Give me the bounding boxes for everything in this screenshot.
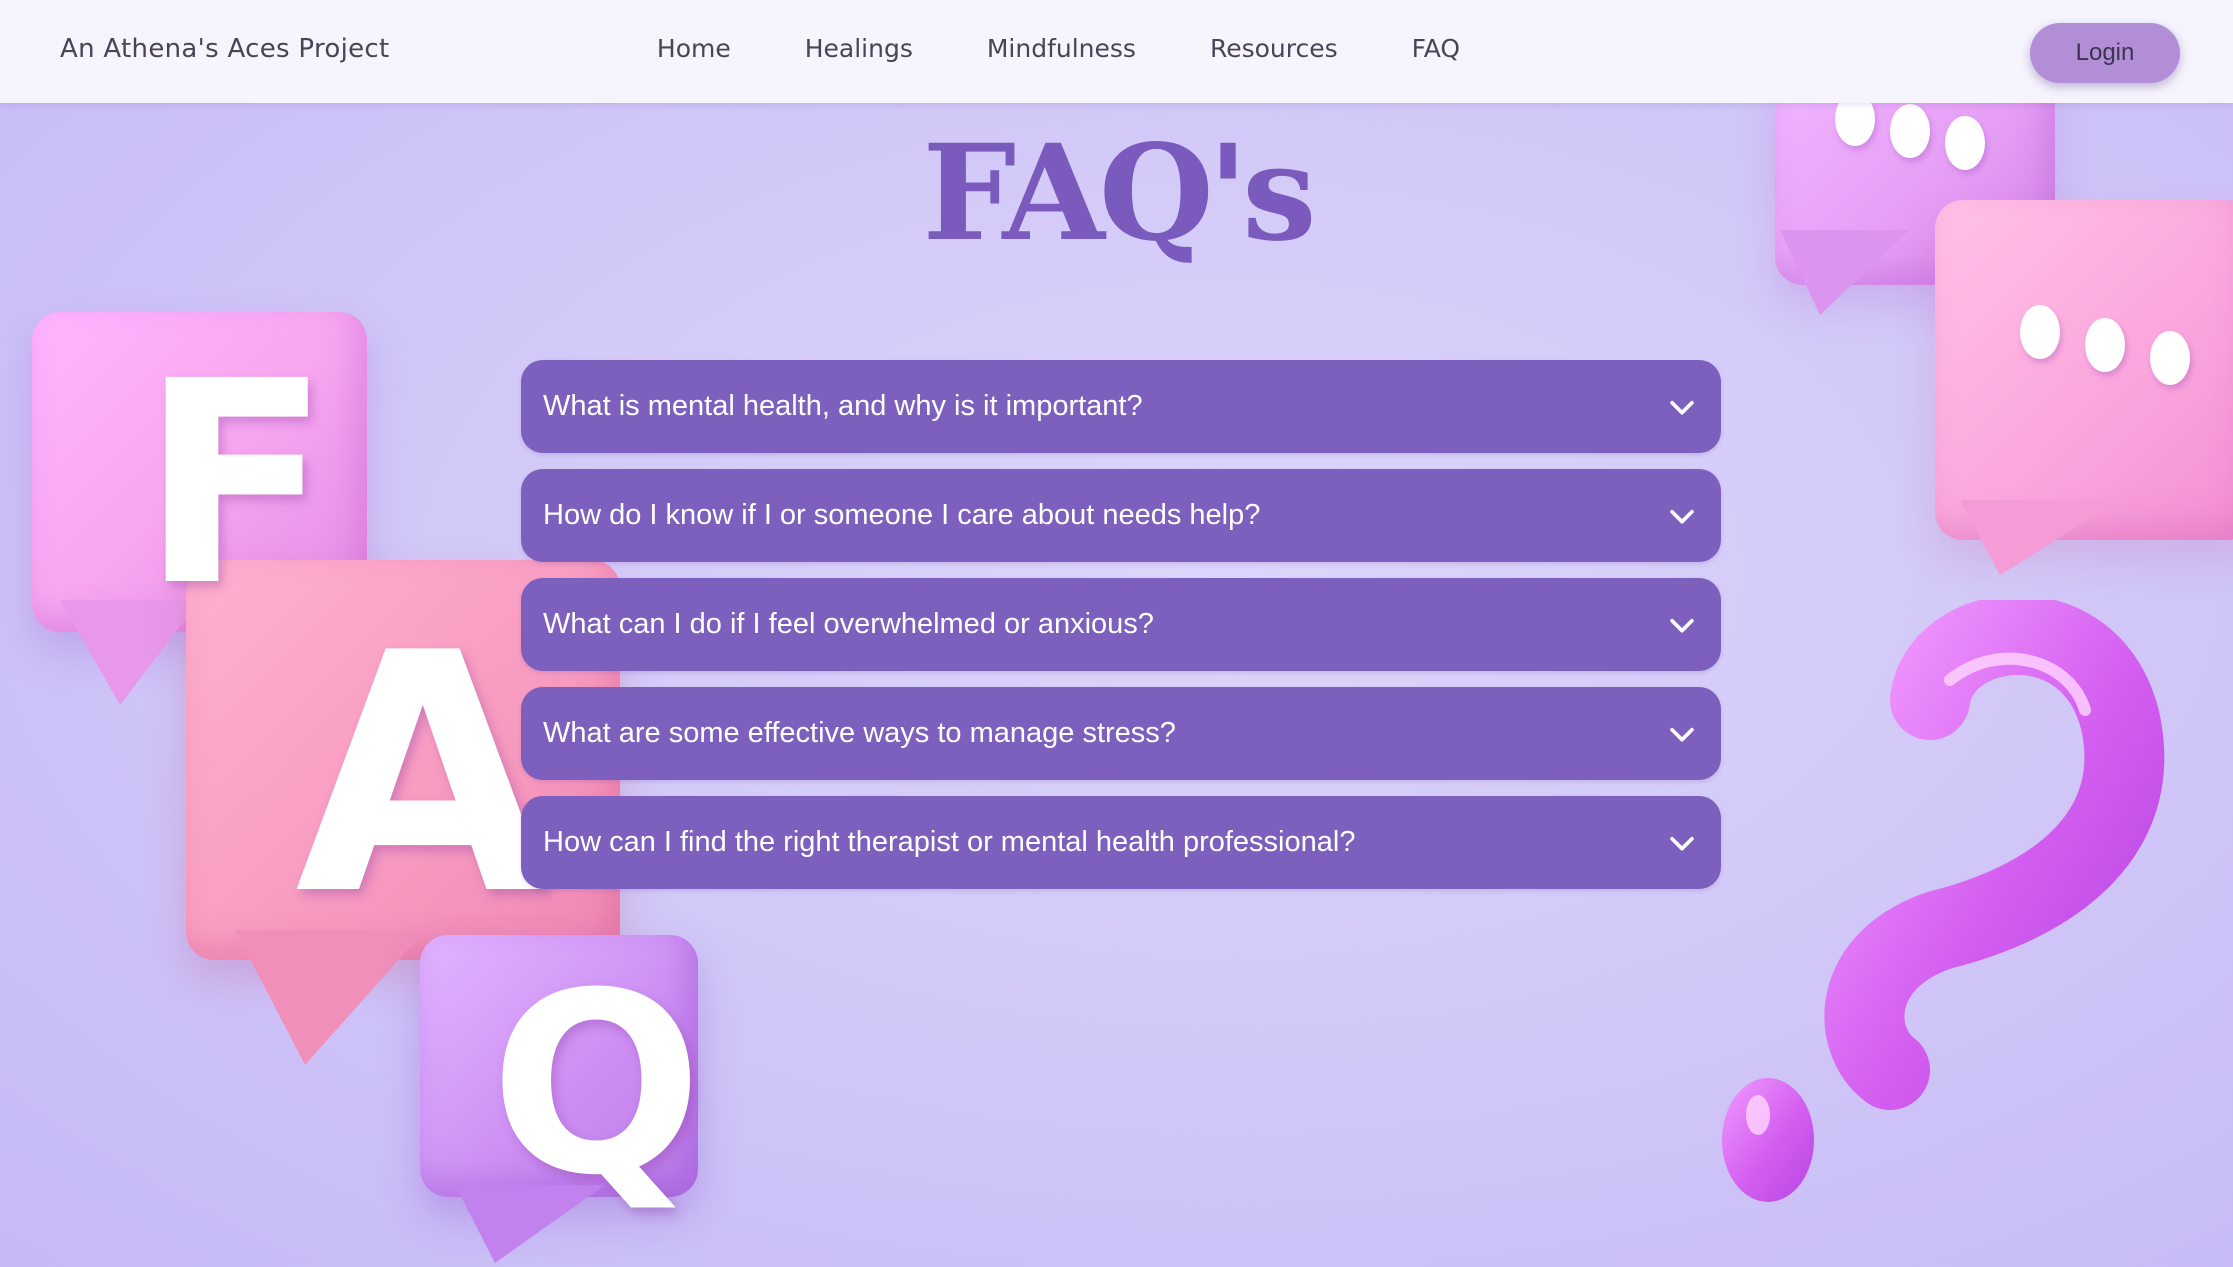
nav-faq[interactable]: FAQ xyxy=(1412,34,1460,63)
nav-mindfulness[interactable]: Mindfulness xyxy=(987,34,1136,63)
faq-question: How can I find the right therapist or me… xyxy=(543,826,1356,858)
brand-text[interactable]: An Athena's Aces Project xyxy=(60,34,389,64)
faq-item[interactable]: How do I know if I or someone I care abo… xyxy=(521,469,1721,562)
letter-a: A xyxy=(295,583,551,967)
dot-icon xyxy=(2150,331,2190,385)
question-mark-icon xyxy=(1722,600,2165,1202)
faq-item[interactable]: What can I do if I feel overwhelmed or a… xyxy=(521,578,1721,671)
login-button[interactable]: Login xyxy=(2030,23,2180,83)
letter-q: Q xyxy=(490,939,703,1230)
faq-question: How do I know if I or someone I care abo… xyxy=(543,499,1261,531)
faq-item[interactable]: How can I find the right therapist or me… xyxy=(521,796,1721,889)
faq-question: What is mental health, and why is it imp… xyxy=(543,390,1143,422)
faq-item[interactable]: What is mental health, and why is it imp… xyxy=(521,360,1721,453)
faq-question: What are some effective ways to manage s… xyxy=(543,717,1176,749)
nav-resources[interactable]: Resources xyxy=(1210,34,1338,63)
nav-healings[interactable]: Healings xyxy=(805,34,913,63)
faq-item[interactable]: What are some effective ways to manage s… xyxy=(521,687,1721,780)
chevron-down-icon[interactable] xyxy=(1665,717,1699,751)
page-title: FAQ's xyxy=(922,116,1316,271)
chevron-down-icon[interactable] xyxy=(1665,608,1699,642)
dot-icon xyxy=(2085,318,2125,372)
bubble-tail-icon xyxy=(1960,500,2120,575)
faq-question: What can I do if I feel overwhelmed or a… xyxy=(543,608,1154,640)
chevron-down-icon[interactable] xyxy=(1665,826,1699,860)
faq-accordion: What is mental health, and why is it imp… xyxy=(521,360,1721,905)
dot-icon xyxy=(2020,305,2060,359)
top-navbar: An Athena's Aces Project Home Healings M… xyxy=(0,0,2233,103)
nav-home[interactable]: Home xyxy=(657,34,731,63)
chevron-down-icon[interactable] xyxy=(1665,499,1699,533)
chevron-down-icon[interactable] xyxy=(1665,390,1699,424)
